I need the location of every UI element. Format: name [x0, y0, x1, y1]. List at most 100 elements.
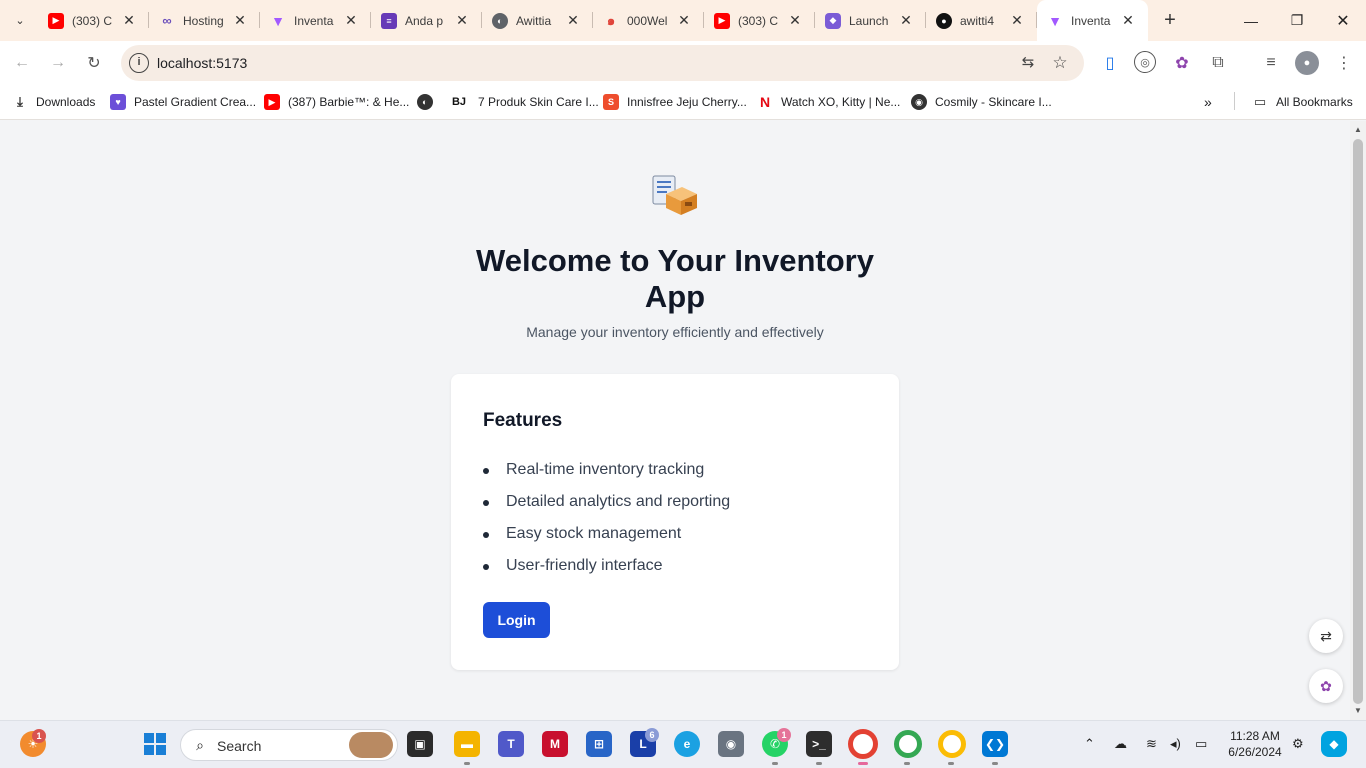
address-bar[interactable]: i localhost:5173 ⇆ ☆ [121, 45, 1084, 81]
tab-close-icon[interactable]: ✕ [898, 12, 914, 28]
tab-youtube-2[interactable]: ▶ (303) C ✕ [704, 0, 815, 41]
bookmark-star-icon[interactable]: ☆ [1050, 53, 1070, 73]
site-info-icon[interactable]: i [129, 53, 149, 73]
extensions-puzzle-icon[interactable]: ⧉ [1206, 51, 1230, 75]
list-item: Real-time inventory tracking [483, 458, 730, 490]
page-scrollbar[interactable]: ▲ ▼ [1350, 121, 1366, 720]
tab-close-icon[interactable]: ✕ [121, 12, 137, 28]
address-url[interactable]: localhost:5173 [157, 55, 247, 71]
tab-close-icon[interactable]: ✕ [232, 12, 248, 28]
system-clock[interactable]: 11:28 AM 6/26/2024 [1224, 728, 1286, 760]
all-bookmarks[interactable]: ▭ All Bookmarks [1252, 92, 1353, 112]
windows-start-icon[interactable] [142, 731, 168, 757]
youtube-icon: ▶ [714, 12, 730, 29]
youtube-icon: ▶ [264, 94, 280, 110]
tab-000webhost[interactable]: ๑ 000Wel ✕ [593, 0, 704, 41]
minimize-icon[interactable]: — [1228, 0, 1274, 41]
profile-avatar[interactable]: ● [1295, 51, 1319, 75]
tab-close-icon[interactable]: ✕ [787, 12, 803, 28]
tab-title: Awittia [516, 13, 552, 28]
taskbar-search-input[interactable]: ⌕ Search [180, 729, 398, 761]
volume-icon[interactable]: ◂) [1170, 736, 1181, 752]
inventory-box-icon [652, 174, 698, 216]
tab-awittia[interactable]: ◐ Awittia ✕ [482, 0, 593, 41]
new-tab-button[interactable]: + [1156, 0, 1184, 41]
tab-launch[interactable]: ◆ Launch ✕ [815, 0, 926, 41]
features-list: Real-time inventory tracking Detailed an… [483, 458, 730, 586]
show-hidden-icons-icon[interactable]: ⌃ [1084, 736, 1095, 752]
bookmark-barbie[interactable]: ▶ (387) Barbie™: & He... [264, 92, 409, 112]
copilot-icon[interactable]: ◆ [1321, 731, 1347, 757]
login-button[interactable]: Login [483, 602, 550, 638]
bookmark-downloads[interactable]: ⤓ Downloads [12, 92, 95, 112]
tab-hosting[interactable]: ∞ Hosting ✕ [149, 0, 260, 41]
tab-search-chevron-icon[interactable]: ⌄ [8, 8, 32, 32]
tab-inventa-active[interactable]: ▼ Inventa ✕ [1037, 0, 1148, 41]
clock-date: 6/26/2024 [1228, 745, 1282, 759]
restore-icon[interactable]: ❐ [1274, 0, 1320, 41]
weather-badge: 1 [32, 729, 46, 743]
mcafee-icon[interactable]: M [542, 731, 568, 757]
scroll-thumb[interactable] [1353, 139, 1363, 704]
features-card: Features Real-time inventory tracking De… [451, 374, 899, 670]
bookmark-produk[interactable]: BJ 7 Produk Skin Care I... [448, 92, 599, 112]
tab-youtube-1[interactable]: ▶ (303) C ✕ [38, 0, 149, 41]
tab-list: ▶ (303) C ✕ ∞ Hosting ✕ ▼ Inventa ✕ ≡ An… [38, 0, 1184, 41]
chrome-profile-a-icon[interactable] [894, 730, 922, 758]
file-explorer-icon[interactable]: ▬ [454, 731, 480, 757]
vscode-icon[interactable]: ❮❯ [982, 731, 1008, 757]
bookmark-cosmily[interactable]: ◉ Cosmily - Skincare I... [911, 92, 1052, 112]
tab-anda[interactable]: ≡ Anda p ✕ [371, 0, 482, 41]
media-control-icon[interactable]: ≡ [1259, 51, 1283, 75]
bookmark-label: Pastel Gradient Crea... [134, 95, 257, 109]
notification-settings-icon[interactable]: ⚙ [1292, 736, 1304, 752]
bookmark-globe[interactable]: ◐ [417, 92, 441, 112]
tab-close-icon[interactable]: ✕ [565, 12, 581, 28]
search-highlight-image [349, 732, 393, 758]
camera-icon[interactable]: ◉ [718, 731, 744, 757]
bookmark-pastel[interactable]: ♥ Pastel Gradient Crea... [110, 92, 256, 112]
extension-reader-icon[interactable]: ▯ [1098, 51, 1122, 75]
tab-github[interactable]: ● awitti4 ✕ [926, 0, 1037, 41]
scroll-up-icon[interactable]: ▲ [1354, 126, 1362, 134]
tab-close-icon[interactable]: ✕ [343, 12, 359, 28]
bookmark-label: Innisfree Jeju Cherry... [627, 95, 747, 109]
terminal-icon[interactable]: >_ [806, 731, 832, 757]
chrome-profile-b-icon[interactable] [938, 730, 966, 758]
tab-close-icon[interactable]: ✕ [454, 12, 470, 28]
tab-title: Inventa [1071, 13, 1111, 28]
github-icon: ● [936, 12, 952, 29]
translate-icon[interactable]: ⇆ [1018, 53, 1038, 73]
forward-arrow-icon[interactable]: → [46, 51, 70, 75]
menu-kebab-icon[interactable]: ⋮ [1332, 51, 1356, 75]
teams-icon[interactable]: T [498, 731, 524, 757]
edge-icon[interactable]: e [674, 731, 700, 757]
battery-icon[interactable]: ▭ [1195, 736, 1207, 752]
extension-brain-icon[interactable]: ✿ [1170, 51, 1194, 75]
all-bookmarks-label: All Bookmarks [1276, 95, 1353, 109]
scroll-down-icon[interactable]: ▼ [1354, 707, 1362, 715]
task-view-icon[interactable]: ▣ [407, 731, 433, 757]
wifi-icon[interactable]: ≋ [1146, 736, 1157, 752]
list-item: User-friendly interface [483, 554, 730, 586]
tab-close-icon[interactable]: ✕ [1120, 12, 1136, 28]
onedrive-sync-icon[interactable]: ☁ [1114, 736, 1127, 752]
reload-icon[interactable]: ↻ [82, 51, 106, 75]
tab-close-icon[interactable]: ✕ [676, 12, 692, 28]
bookmark-innisfree[interactable]: S Innisfree Jeju Cherry... [603, 92, 747, 112]
vite-icon: ▼ [271, 12, 285, 29]
back-arrow-icon[interactable]: ← [10, 51, 34, 75]
translate-float-icon[interactable]: ⇄ [1309, 619, 1343, 653]
bookmark-netflix[interactable]: N Watch XO, Kitty | Ne... [757, 92, 900, 112]
ai-assistant-brain-icon[interactable]: ✿ [1309, 669, 1343, 703]
microsoft-store-icon[interactable]: ⊞ [586, 731, 612, 757]
tab-inventa-1[interactable]: ▼ Inventa ✕ [260, 0, 371, 41]
folder-icon: ▭ [1253, 94, 1267, 109]
chrome-icon[interactable] [848, 729, 878, 759]
extension-circle-icon[interactable]: ◎ [1134, 51, 1156, 73]
close-window-icon[interactable]: ✕ [1320, 0, 1366, 41]
more-bookmarks-icon[interactable]: » [1204, 92, 1212, 112]
taskbar: ☀ 1 ⌕ Search ▣ ▬ T M ⊞ L 6 e ◉ ✆ 1 >_ ❮❯… [0, 720, 1366, 768]
tab-close-icon[interactable]: ✕ [1009, 12, 1025, 28]
000webhost-icon: ๑ [606, 13, 616, 28]
